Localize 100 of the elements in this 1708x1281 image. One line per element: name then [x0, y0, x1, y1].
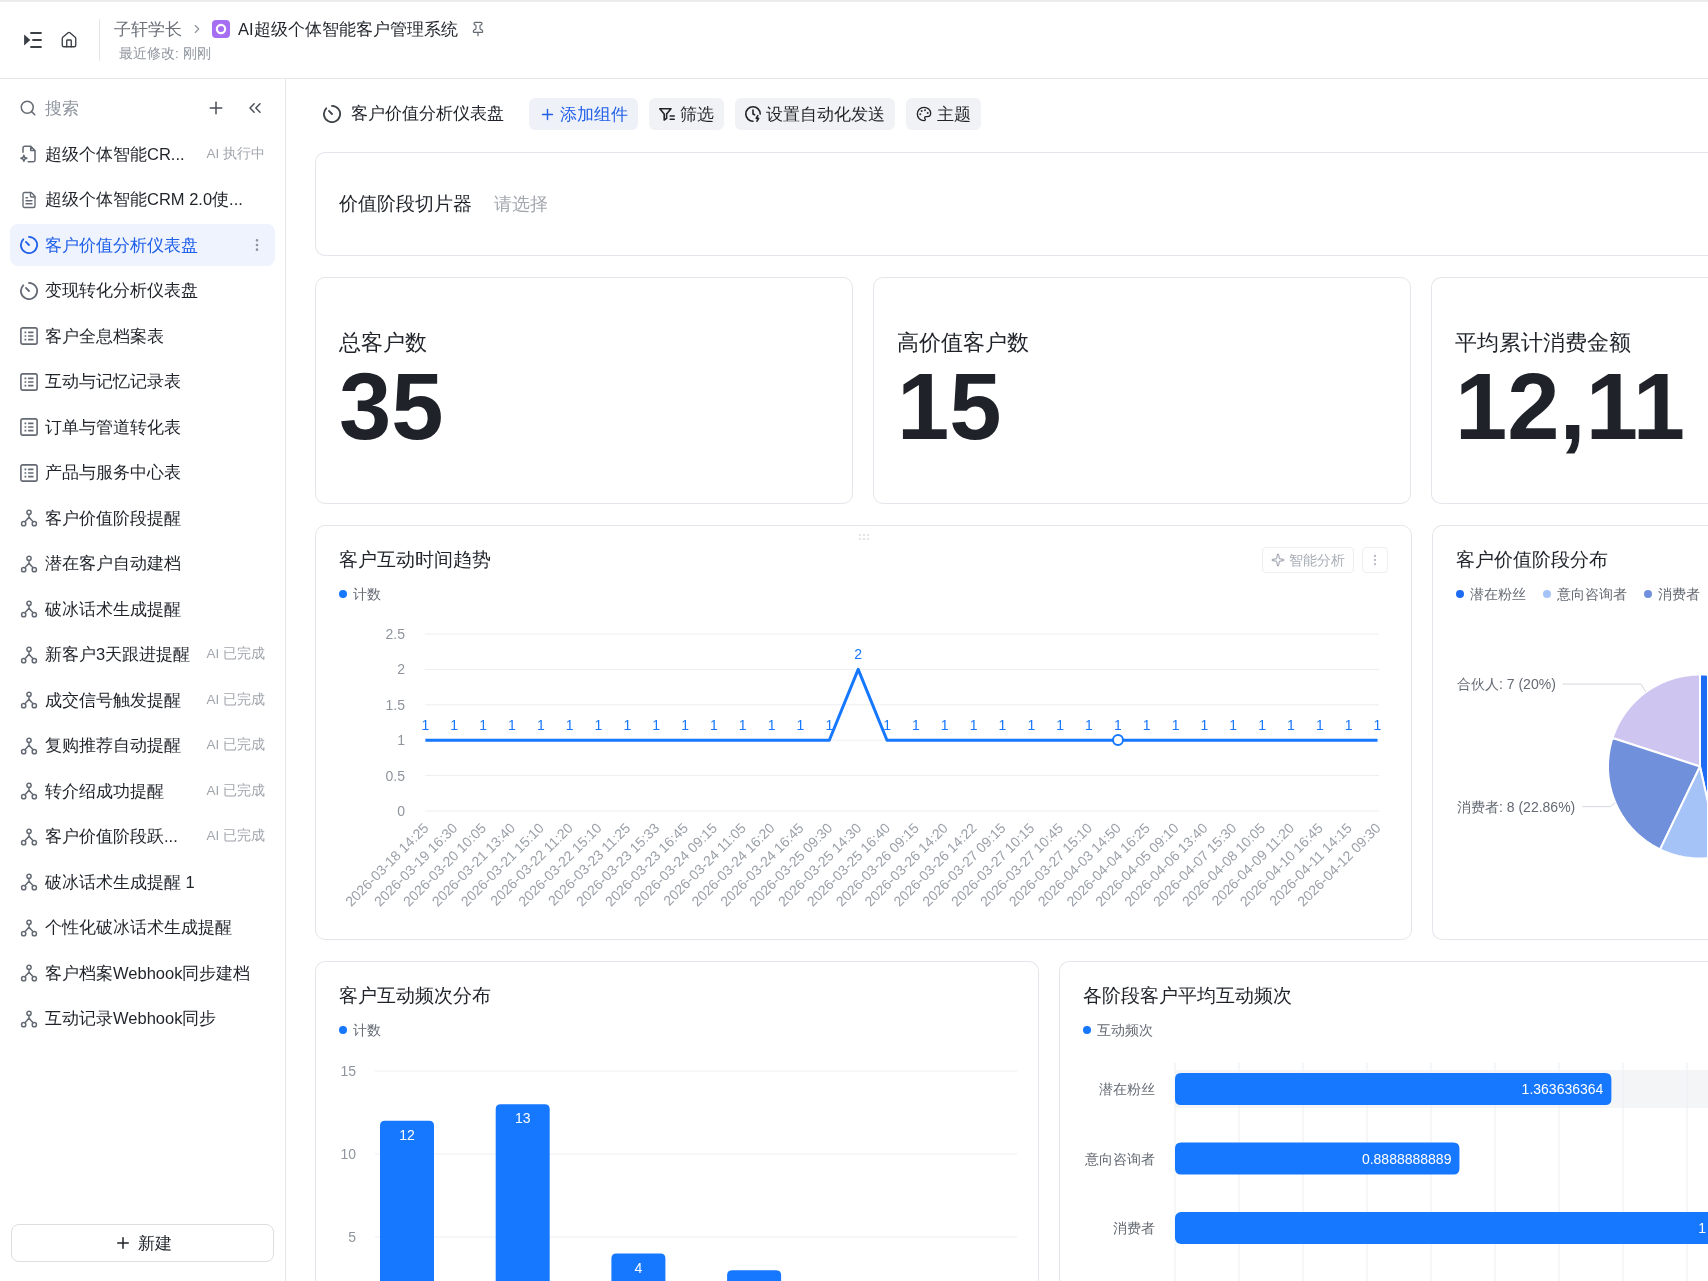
legend-label: 意向咨询者: [1557, 584, 1627, 604]
kpi-label: 平均累计消费金额: [1455, 329, 1631, 357]
sidebar-item[interactable]: 订单与管道转化表: [10, 406, 275, 448]
data-label: 1: [1085, 717, 1093, 734]
sidebar-item[interactable]: 产品与服务中心表: [10, 451, 275, 494]
axis-label: 意向咨询者: [1085, 1150, 1155, 1167]
sidebar-item[interactable]: 潜在客户自动建档: [10, 542, 275, 585]
indent-icon[interactable]: [24, 32, 42, 48]
data-label: 1: [652, 717, 661, 734]
axis-label: 5: [348, 1229, 356, 1245]
data-label: 1: [738, 717, 747, 734]
workflow-icon: [20, 645, 38, 664]
data-label: 12: [399, 1126, 415, 1143]
toolbar-button[interactable]: 添加组件: [529, 98, 638, 130]
sidebar-item[interactable]: 变现转化分析仪表盘: [10, 269, 275, 312]
data-label: 1: [508, 717, 516, 734]
data-label: 1: [1287, 717, 1295, 734]
workflow-icon: [20, 782, 38, 800]
data-label: 4: [634, 1259, 643, 1276]
sidebar-item[interactable]: 成交信号触发提醒 AI 已完成: [10, 679, 275, 721]
axis-label: 消费者: [1113, 1220, 1155, 1236]
sidebar-item[interactable]: 转介绍成功提醒 AI 已完成: [10, 770, 275, 812]
sidebar-item[interactable]: 客户档案Webhook同步建档: [10, 952, 275, 994]
sidebar-item[interactable]: 客户全息档案表: [10, 315, 275, 357]
slice-label: 消费者: 8 (22.86%): [1457, 798, 1576, 815]
data-label: 1: [1229, 717, 1238, 734]
data-label: 1: [1373, 717, 1382, 734]
sidebar-item[interactable]: 新客户3天跟进提醒 AI 已完成: [10, 633, 275, 676]
data-label: 1: [1171, 717, 1180, 734]
sidebar-item[interactable]: 客户价值分析仪表盘: [10, 224, 275, 266]
kpi-value: 15: [897, 360, 1002, 454]
bar: [611, 1253, 666, 1281]
card-title: 客户互动频次分布: [339, 983, 491, 1008]
toolbar-button[interactable]: 设置自动化发送: [735, 98, 895, 130]
status-label: AI 已完成: [206, 781, 265, 800]
data-label: 2: [854, 646, 863, 663]
table-icon: [20, 418, 38, 436]
legend-label: 消费者: [1658, 584, 1700, 604]
data-label: 1: [1027, 717, 1036, 734]
data-label: 1: [565, 717, 574, 734]
workflow-icon: [20, 827, 38, 846]
data-label: 1: [623, 717, 632, 734]
sidebar-item[interactable]: 客户价值阶段提醒: [10, 497, 275, 539]
workflow-icon: [20, 918, 38, 937]
home-icon[interactable]: [60, 31, 78, 49]
sidebar-item[interactable]: 超级个体智能CRM 2.0使...: [10, 178, 275, 221]
document-sparkle-icon: [20, 145, 38, 163]
data-label: 1: [536, 717, 545, 734]
grip-dots-icon: [859, 534, 869, 540]
data-label: 1: [710, 717, 718, 734]
breadcrumb-link[interactable]: 子轩学长: [114, 16, 182, 42]
legend-label: 计数: [353, 1020, 381, 1040]
sidebar-item[interactable]: 个性化破冰话术生成提醒: [10, 906, 275, 949]
axis-label: 1: [397, 732, 405, 749]
workflow-icon: [20, 736, 38, 755]
dashboard-title: 客户价值分析仪表盘: [351, 103, 504, 126]
search-field[interactable]: 搜索: [45, 95, 165, 121]
slicer-label: 价值阶段切片器: [339, 191, 472, 216]
workflow-icon: [20, 600, 38, 618]
toolbar-button[interactable]: 筛选: [649, 98, 724, 130]
sidebar-item[interactable]: 复购推荐自动提醒 AI 已完成: [10, 724, 275, 767]
data-label: 13: [514, 1110, 531, 1127]
status-label: AI 执行中: [206, 144, 265, 163]
app-logo-icon: [212, 20, 230, 38]
new-button[interactable]: 新建: [11, 1224, 274, 1262]
data-label: 1: [796, 717, 805, 734]
document-icon: [20, 190, 38, 209]
data-label: 1: [883, 717, 891, 734]
toolbar-button[interactable]: 主题: [906, 98, 981, 130]
data-label: 1: [767, 717, 776, 734]
select-field[interactable]: 请选择: [494, 190, 614, 218]
data-label: 1: [1200, 717, 1209, 734]
table-icon: [20, 327, 38, 345]
sidebar-item[interactable]: 破冰话术生成提醒 1: [10, 861, 275, 903]
kpi-value: 12,11: [1455, 360, 1686, 454]
data-label: 1: [1113, 717, 1122, 734]
data-label: 1: [450, 717, 459, 734]
sidebar-item[interactable]: 超级个体智能CR... AI 执行中: [10, 133, 275, 175]
kpi-label: 高价值客户数: [897, 329, 1029, 357]
sidebar-item[interactable]: 互动记录Webhook同步: [10, 997, 275, 1040]
data-label: 1: [594, 717, 603, 734]
sidebar-item[interactable]: 客户价值阶段跃... AI 已完成: [10, 815, 275, 858]
legend-label: 计数: [353, 584, 381, 604]
workflow-icon: [20, 691, 38, 709]
data-label: 1: [479, 717, 487, 734]
sidebar-item[interactable]: 互动与记忆记录表: [10, 360, 275, 403]
ring-marker-icon: [1111, 734, 1124, 747]
search-icon: [19, 99, 37, 117]
data-label: 0.8888888889: [1361, 1150, 1452, 1167]
sidebar-item[interactable]: 破冰话术生成提醒: [10, 588, 275, 630]
kpi-label: 总客户数: [339, 329, 427, 357]
palette-icon: [916, 106, 932, 122]
data-label: 1: [1344, 717, 1353, 734]
data-label: 1: [912, 717, 920, 734]
axis-label: 15: [340, 1063, 356, 1079]
gauge-icon: [20, 281, 38, 300]
table-icon: [20, 372, 38, 391]
data-label: 1: [421, 717, 430, 734]
gauge-icon: [20, 236, 38, 254]
axis-label: 0.5: [385, 767, 405, 784]
